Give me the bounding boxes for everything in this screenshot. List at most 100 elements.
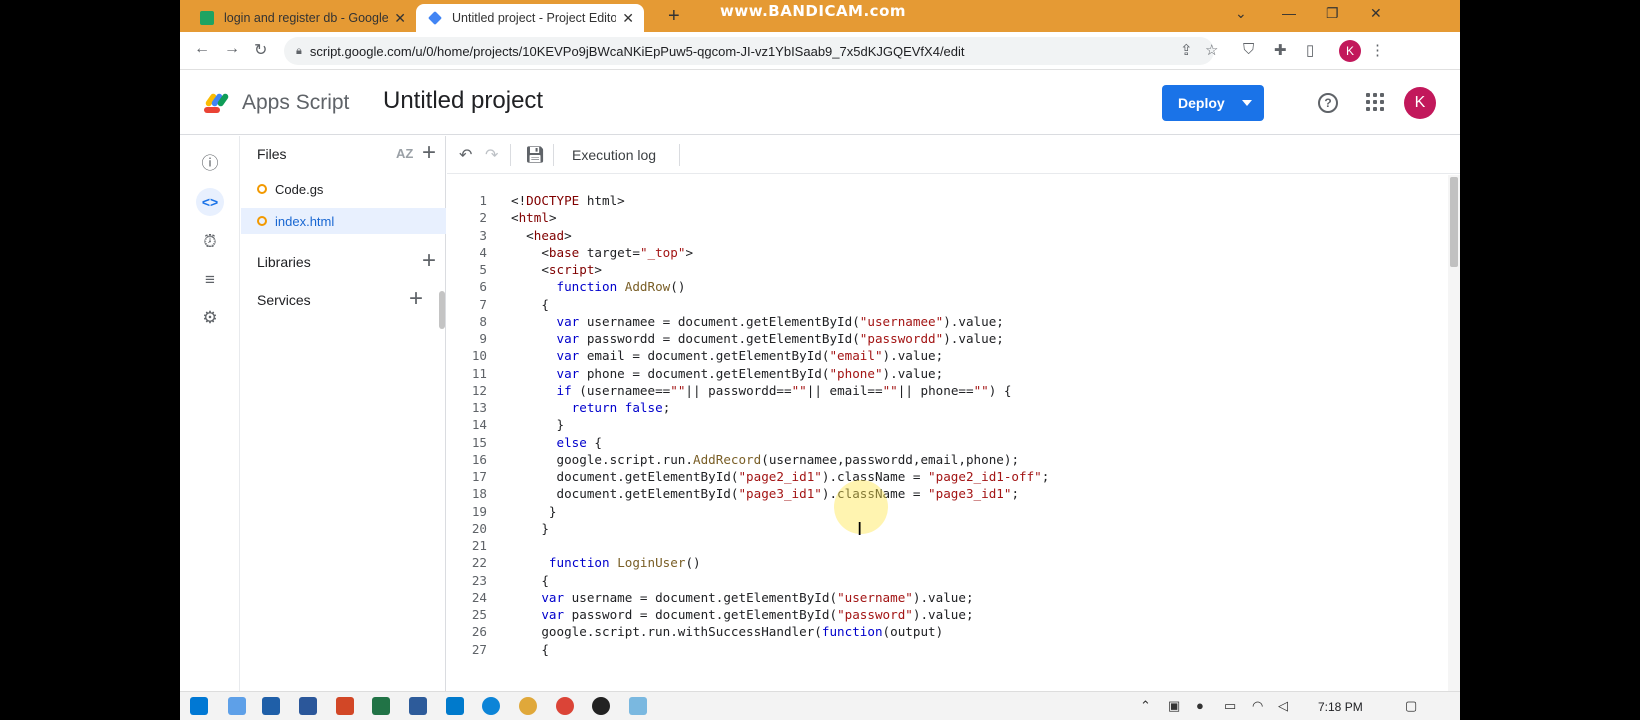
save-icon[interactable]: 💾︎ — [525, 145, 545, 165]
code-line[interactable]: 10 var email = document.getElementById("… — [447, 347, 1447, 365]
side-panel-icon[interactable]: ▯ — [1306, 41, 1314, 59]
code-line[interactable]: 8 var usernamee = document.getElementByI… — [447, 313, 1447, 331]
code-line[interactable]: 26 google.script.run.withSuccessHandler(… — [447, 623, 1447, 641]
forward-button[interactable]: → — [224, 40, 240, 58]
windows-start-icon[interactable] — [190, 697, 208, 715]
tab-project-editor[interactable]: Untitled project - Project Editor ✕ — [416, 4, 644, 32]
code-line[interactable]: 15 else { — [447, 434, 1447, 452]
code-text: var phone = document.getElementById("pho… — [556, 365, 944, 381]
file-icon — [257, 184, 267, 194]
code-line[interactable]: 16 google.script.run.AddRecord(usernamee… — [447, 451, 1447, 469]
code-text: document.getElementById("page3_id1").cla… — [511, 486, 1020, 502]
code-line[interactable]: 6 function AddRow() — [447, 278, 1447, 296]
code-editor[interactable]: 1 <!DOCTYPE html> 2 <html> 3 <head> 4 <base t… — [447, 175, 1460, 691]
apps-grid-icon[interactable] — [1366, 93, 1384, 111]
chrome-icon[interactable] — [519, 697, 537, 715]
services-header[interactable]: Services + — [241, 282, 441, 318]
address-bar[interactable]: 🔒︎ script.google.com/u/0/home/projects/1… — [284, 37, 1214, 65]
shield-extension-icon[interactable]: ⛉ — [1243, 41, 1254, 58]
sort-az-icon[interactable]: AZ — [396, 146, 413, 161]
settings-gear-icon[interactable]: ⚙ — [196, 304, 224, 332]
file-explorer-icon[interactable] — [629, 697, 647, 715]
code-line[interactable]: 13 return false; — [447, 399, 1447, 417]
bookmark-star-icon[interactable]: ☆ — [1205, 41, 1218, 59]
editor-code-icon[interactable]: <> — [196, 188, 224, 216]
browser-tab-strip: login and register db - Google Sh ✕ Unti… — [180, 0, 1460, 32]
file-item-index-html[interactable]: index.html — [241, 208, 446, 234]
executions-list-icon[interactable]: ≡ — [196, 266, 224, 294]
tray-chevron-icon[interactable]: ⌃ — [1140, 698, 1151, 714]
close-icon[interactable]: ✕ — [622, 10, 634, 27]
vscode-icon[interactable] — [446, 697, 464, 715]
app-icon[interactable] — [409, 697, 427, 715]
code-line[interactable]: 1 <!DOCTYPE html> — [447, 192, 1447, 210]
edge-icon[interactable] — [482, 697, 500, 715]
minimize-button[interactable]: — — [1282, 5, 1296, 21]
window-close-button[interactable]: ✕ — [1370, 5, 1382, 22]
code-line[interactable]: 19 } — [447, 503, 1447, 521]
editor-scrollbar[interactable] — [1448, 175, 1460, 691]
restore-button[interactable]: ❐ — [1326, 5, 1339, 22]
code-line[interactable]: 9 var passwordd = document.getElementByI… — [447, 330, 1447, 348]
share-icon[interactable]: ⇪ — [1180, 41, 1193, 59]
excel-icon[interactable] — [372, 697, 390, 715]
task-view-icon[interactable] — [228, 697, 246, 715]
wifi-icon[interactable]: ◠ — [1252, 698, 1263, 714]
microphone-icon[interactable]: ● — [1196, 698, 1204, 713]
profile-avatar[interactable]: K — [1339, 40, 1361, 62]
project-title[interactable]: Untitled project — [383, 87, 543, 115]
tab-sheets[interactable]: login and register db - Google Sh ✕ — [188, 4, 416, 32]
code-line[interactable]: 22 function LoginUser() — [447, 554, 1447, 572]
code-line[interactable]: 2 <html> — [447, 209, 1447, 227]
code-line[interactable]: 11 var phone = document.getElementById("… — [447, 365, 1447, 383]
help-icon[interactable]: ? — [1318, 93, 1338, 113]
code-line[interactable]: 12 if (usernamee==""|| passwordd==""|| e… — [447, 382, 1447, 400]
libraries-header[interactable]: Libraries + — [241, 244, 446, 280]
add-file-button[interactable]: + — [422, 139, 436, 167]
battery-icon[interactable]: ▭ — [1224, 698, 1236, 714]
code-line[interactable]: 5 <script> — [447, 261, 1447, 279]
account-avatar[interactable]: K — [1404, 87, 1436, 119]
chrome-active-icon[interactable] — [556, 697, 574, 715]
bandicam-icon[interactable] — [592, 697, 610, 715]
code-line[interactable]: 3 <head> — [447, 227, 1447, 245]
close-icon[interactable]: ✕ — [394, 10, 406, 27]
code-line[interactable]: 20 } — [447, 520, 1447, 538]
tab-search-icon[interactable]: ⌄ — [1235, 5, 1247, 22]
file-item-code-gs[interactable]: Code.gs — [241, 176, 446, 202]
notifications-icon[interactable]: ▢ — [1405, 698, 1417, 714]
execution-log-button[interactable]: Execution log — [572, 147, 656, 163]
new-tab-button[interactable]: + — [668, 5, 680, 28]
word-icon[interactable] — [299, 697, 317, 715]
panel-scrollbar[interactable] — [439, 291, 445, 329]
code-line[interactable]: 21 — [447, 537, 1447, 555]
code-line[interactable]: 27 { — [447, 641, 1447, 659]
tray-app-icon[interactable]: ▣ — [1168, 698, 1180, 714]
volume-icon[interactable]: ◁ — [1278, 698, 1288, 714]
triggers-alarm-icon[interactable]: ⏰︎ — [196, 228, 224, 256]
add-library-button[interactable]: + — [422, 247, 436, 275]
file-name: index.html — [275, 213, 335, 229]
reload-button[interactable]: ↻ — [254, 40, 267, 60]
code-text: } — [511, 417, 565, 433]
deploy-button[interactable]: Deploy — [1162, 85, 1264, 121]
back-button[interactable]: ← — [194, 40, 210, 58]
extensions-puzzle-icon[interactable]: ✚ — [1274, 41, 1287, 59]
code-line[interactable]: 23 { — [447, 572, 1447, 590]
code-line[interactable]: 14 } — [447, 416, 1447, 434]
redo-icon[interactable]: ↷ — [485, 145, 498, 165]
code-line[interactable]: 7 { — [447, 296, 1447, 314]
calculator-icon[interactable] — [262, 697, 280, 715]
code-line[interactable]: 17 document.getElementById("page2_id1").… — [447, 468, 1447, 486]
apps-script-icon — [428, 11, 442, 25]
overview-info-icon[interactable]: ⓘ — [196, 150, 224, 178]
add-service-button[interactable]: + — [409, 285, 423, 313]
powerpoint-icon[interactable] — [336, 697, 354, 715]
code-line[interactable]: 24 var username = document.getElementByI… — [447, 589, 1447, 607]
code-line[interactable]: 25 var password = document.getElementByI… — [447, 606, 1447, 624]
code-line[interactable]: 4 <base target="_top"> — [447, 244, 1447, 262]
code-text: <script> — [511, 262, 603, 277]
code-line[interactable]: 18 document.getElementById("page3_id1").… — [447, 485, 1447, 503]
browser-menu-icon[interactable]: ⋮ — [1370, 41, 1385, 59]
undo-icon[interactable]: ↶ — [459, 145, 472, 165]
